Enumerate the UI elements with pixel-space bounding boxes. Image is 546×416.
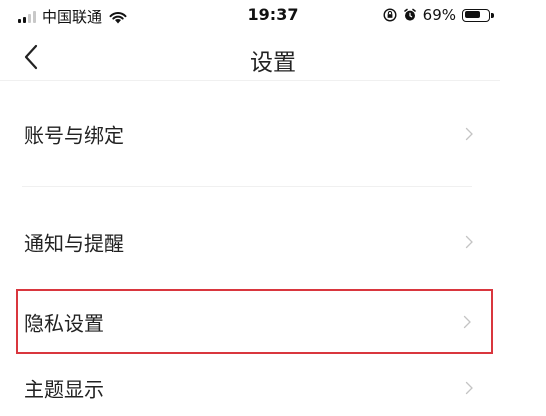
page-title: 设置 xyxy=(250,50,296,76)
chevron-right-icon xyxy=(465,235,473,249)
chevron-right-icon xyxy=(463,315,471,328)
battery-fill xyxy=(464,11,480,18)
settings-item-label: 账号与绑定 xyxy=(24,123,124,148)
settings-item-label: 主题显示 xyxy=(24,377,104,402)
chevron-right-icon xyxy=(465,127,473,141)
status-right: 69% xyxy=(383,6,494,24)
group-divider xyxy=(22,186,472,187)
rotation-lock-icon xyxy=(383,8,397,22)
settings-item-label: 隐私设置 xyxy=(24,311,104,335)
status-bar: 中国联通 19:37 69% xyxy=(0,0,546,34)
alarm-icon xyxy=(403,8,416,21)
battery-percent: 69% xyxy=(422,6,456,24)
settings-item-notifications[interactable]: 通知与提醒 xyxy=(18,214,490,270)
settings-item-privacy[interactable]: 隐私设置 xyxy=(16,289,493,354)
nav-bar: 设置 xyxy=(0,34,546,80)
settings-item-theme[interactable]: 主题显示 xyxy=(18,360,490,416)
chevron-right-icon xyxy=(465,381,473,395)
nav-divider xyxy=(0,80,500,81)
settings-item-label: 通知与提醒 xyxy=(24,231,124,256)
battery-icon xyxy=(462,8,494,22)
settings-item-account-binding[interactable]: 账号与绑定 xyxy=(18,106,490,162)
